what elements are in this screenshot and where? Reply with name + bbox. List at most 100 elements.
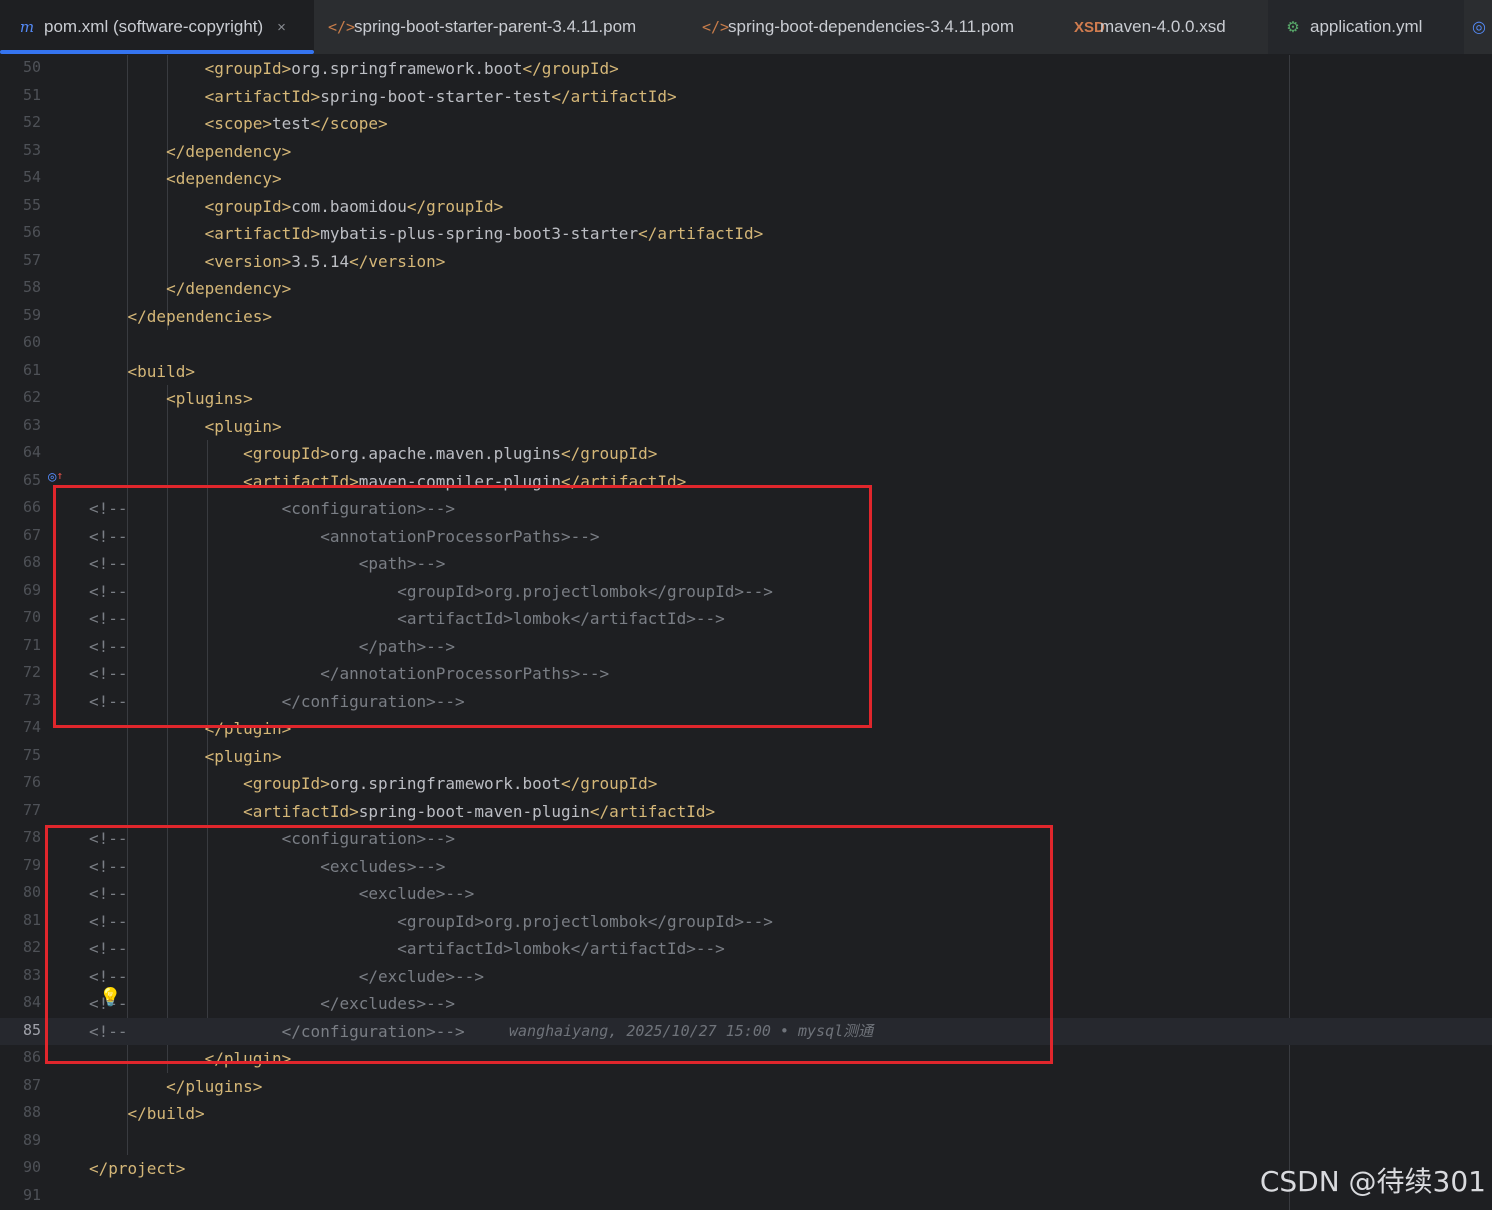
line-number: 58 (22, 278, 41, 296)
line-number: 68 (22, 553, 41, 571)
code-text: </dependency> (166, 279, 292, 298)
code-text: </dependencies> (127, 306, 273, 326)
override-gutter-icon[interactable]: ◎↑ (48, 469, 63, 485)
line-number: 70 (22, 608, 41, 626)
line-number: 67 (22, 525, 41, 544)
line-number: 81 (22, 910, 41, 929)
code-text: <groupId>org.springframework.boot</group… (243, 774, 658, 793)
code-text: </dependency> (166, 141, 292, 161)
code-text: <groupId>org.apache.maven.plugins</group… (243, 444, 658, 463)
highlight-box-compiler-config (53, 485, 872, 728)
yml-file-icon: ⚙ (1286, 19, 1300, 36)
line-number: 66 (22, 498, 41, 516)
code-line[interactable]: 58 </dependency> (0, 275, 1492, 302)
code-text: </plugins> (166, 1076, 263, 1096)
line-number: 71 (22, 635, 41, 654)
code-text: <groupId>org.springframework.boot</group… (204, 59, 619, 78)
code-line[interactable]: 62 <plugins> (0, 385, 1492, 412)
code-text: <plugins> (166, 389, 253, 408)
line-number: 85 (22, 1020, 41, 1039)
tab-label: application.yml (1310, 17, 1423, 36)
xsd-file-icon: XSD (1074, 18, 1105, 36)
code-text: <artifactId>mybatis-plus-spring-boot3-st… (204, 224, 764, 243)
xml-file-icon: </> (702, 18, 730, 36)
code-line[interactable]: 54 <dependency> (0, 165, 1492, 192)
line-number: 72 (22, 663, 41, 681)
code-line[interactable]: 75 <plugin> (0, 743, 1492, 770)
xml-file-icon: </> (328, 18, 356, 36)
tab-label: pom.xml (software-copyright) (44, 17, 264, 36)
tab-label: maven-4.0.0.xsd (1100, 17, 1226, 36)
line-number: 86 (22, 1048, 41, 1066)
line-number: 75 (22, 745, 41, 764)
tab-starter-parent-pom[interactable]: </> spring-boot-starter-parent-3.4.11.po… (328, 0, 636, 54)
line-number: 78 (22, 828, 41, 846)
maven-m-icon: m (19, 18, 35, 36)
tab-overflow[interactable]: ◎ (1472, 0, 1492, 54)
code-line[interactable]: 53 </dependency> (0, 138, 1492, 165)
code-line[interactable]: 55 <groupId>com.baomidou</groupId> (0, 193, 1492, 220)
code-text: </project> (89, 1159, 186, 1178)
code-text: </build> (127, 1104, 205, 1123)
tab-dependencies-pom[interactable]: </> spring-boot-dependencies-3.4.11.pom (702, 0, 1014, 54)
code-line[interactable]: 64 <groupId>org.apache.maven.plugins</gr… (0, 440, 1492, 467)
line-number: 65 (22, 470, 41, 489)
code-line[interactable]: 87 </plugins> (0, 1073, 1492, 1100)
line-number: 74 (22, 718, 41, 736)
code-line[interactable]: 57 <version>3.5.14</version> (0, 248, 1492, 275)
line-number: 90 (22, 1158, 41, 1176)
active-tab-indicator (0, 50, 314, 54)
line-number: 60 (22, 333, 41, 351)
line-number: 57 (22, 250, 41, 269)
tab-label: spring-boot-starter-parent-3.4.11.pom (354, 17, 637, 36)
line-number: 64 (22, 443, 41, 461)
line-number: 52 (22, 113, 41, 131)
code-text: <artifactId>spring-boot-maven-plugin</ar… (243, 801, 716, 821)
code-line[interactable]: 89 (0, 1128, 1492, 1155)
tab-application-yml[interactable]: ⚙ application.yml (1268, 0, 1464, 54)
code-text: <scope>test</scope> (204, 114, 388, 133)
code-text: <plugin> (204, 746, 282, 766)
code-line[interactable]: 51 <artifactId>spring-boot-starter-test<… (0, 83, 1492, 110)
line-number: 80 (22, 883, 41, 901)
code-line[interactable]: 56 <artifactId>mybatis-plus-spring-boot3… (0, 220, 1492, 247)
code-line[interactable]: 52 <scope>test</scope> (0, 110, 1492, 137)
line-number: 69 (22, 580, 41, 599)
line-number: 79 (22, 855, 41, 874)
code-text: <plugin> (204, 416, 282, 436)
line-number: 63 (22, 415, 41, 434)
line-number: 54 (22, 168, 41, 186)
close-icon[interactable]: × (277, 19, 286, 36)
line-number: 89 (22, 1130, 41, 1149)
line-number: 88 (22, 1103, 41, 1121)
tab-label: spring-boot-dependencies-3.4.11.pom (728, 17, 1015, 36)
line-number: 83 (22, 965, 41, 984)
code-line[interactable]: 63 <plugin> (0, 413, 1492, 440)
line-number: 73 (22, 690, 41, 709)
code-line[interactable]: 59 </dependencies> (0, 303, 1492, 330)
code-editor[interactable]: 50 <groupId>org.springframework.boot</gr… (0, 55, 1492, 1210)
highlight-box-boot-plugin-config (45, 825, 1053, 1064)
tab-pom-xml[interactable]: m pom.xml (software-copyright) × (0, 0, 314, 54)
line-number: 61 (22, 360, 41, 379)
line-number: 62 (22, 388, 41, 406)
code-line[interactable]: 50 <groupId>org.springframework.boot</gr… (0, 55, 1492, 82)
code-line[interactable]: 60 (0, 330, 1492, 357)
watermark: CSDN @待续301 (1259, 1165, 1486, 1198)
line-number: 91 (22, 1185, 41, 1204)
line-number: 50 (22, 58, 41, 76)
line-number: 56 (22, 223, 41, 241)
code-text: <build> (127, 361, 195, 381)
code-line[interactable]: 61 <build> (0, 358, 1492, 385)
line-number: 87 (22, 1075, 41, 1094)
code-text: <artifactId>spring-boot-starter-test</ar… (204, 86, 677, 106)
code-line[interactable]: 88 </build> (0, 1100, 1492, 1127)
tab-maven-xsd[interactable]: XSD maven-4.0.0.xsd (1074, 0, 1226, 54)
line-number: 76 (22, 773, 41, 791)
line-number: 77 (22, 800, 41, 819)
code-text: <version>3.5.14</version> (204, 251, 446, 271)
line-number: 82 (22, 938, 41, 956)
code-line[interactable]: 77 <artifactId>spring-boot-maven-plugin<… (0, 798, 1492, 825)
code-line[interactable]: 76 <groupId>org.springframework.boot</gr… (0, 770, 1492, 797)
line-number: 84 (22, 993, 41, 1011)
